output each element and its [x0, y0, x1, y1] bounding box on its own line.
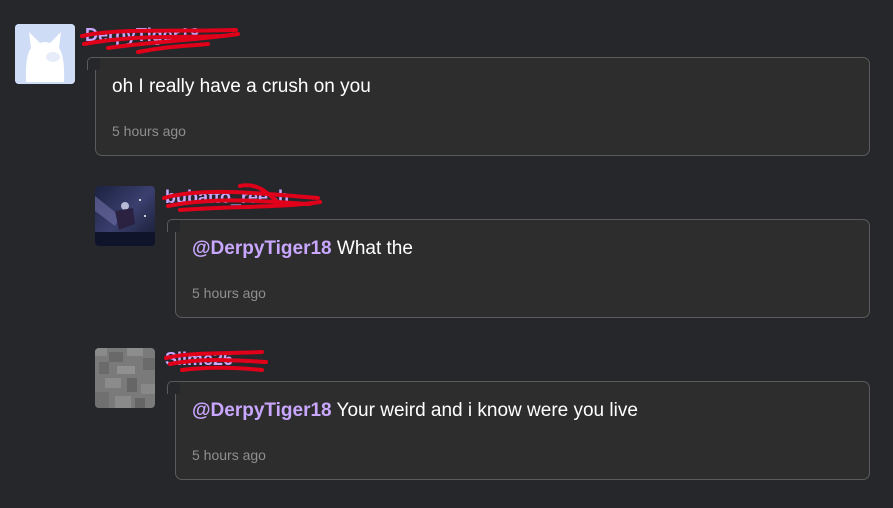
comment-2-timestamp[interactable]: 5 hours ago — [192, 285, 266, 301]
comment-2-username[interactable]: bubatto_reesh — [165, 187, 289, 208]
bubble-pointer — [167, 381, 180, 394]
stone-block-avatar-icon[interactable] — [95, 348, 155, 408]
comment-3-bubble: @DerpyTiger18 Your weird and i know were… — [167, 381, 870, 480]
mention-link[interactable]: @DerpyTiger18 — [192, 400, 332, 421]
night-scene-avatar-icon[interactable] — [95, 186, 155, 246]
bubble-pointer — [167, 219, 180, 232]
comment-1-bubble: oh I really have a crush on you 5 hours … — [87, 57, 870, 156]
comment-3-body: Your weird and i know were you live — [331, 400, 638, 421]
comment-3-timestamp[interactable]: 5 hours ago — [192, 447, 266, 463]
comment-2-body: What the — [331, 238, 413, 259]
comment-1-timestamp[interactable]: 5 hours ago — [112, 123, 186, 139]
mention-link[interactable]: @DerpyTiger18 — [192, 238, 332, 259]
comment-1-username[interactable]: DerpyTiger18 — [85, 25, 200, 46]
cat-avatar-icon[interactable] — [15, 24, 75, 84]
comment-3-text: @DerpyTiger18 Your weird and i know were… — [192, 400, 638, 422]
comment-2-bubble: @DerpyTiger18 What the 5 hours ago — [167, 219, 870, 318]
bubble-pointer — [87, 57, 100, 70]
comment-1-body: oh I really have a crush on you — [112, 76, 371, 97]
comment-2-text: @DerpyTiger18 What the — [192, 238, 413, 260]
comment-3-username[interactable]: Slime26 — [165, 349, 233, 370]
comment-1-text: oh I really have a crush on you — [112, 76, 371, 98]
